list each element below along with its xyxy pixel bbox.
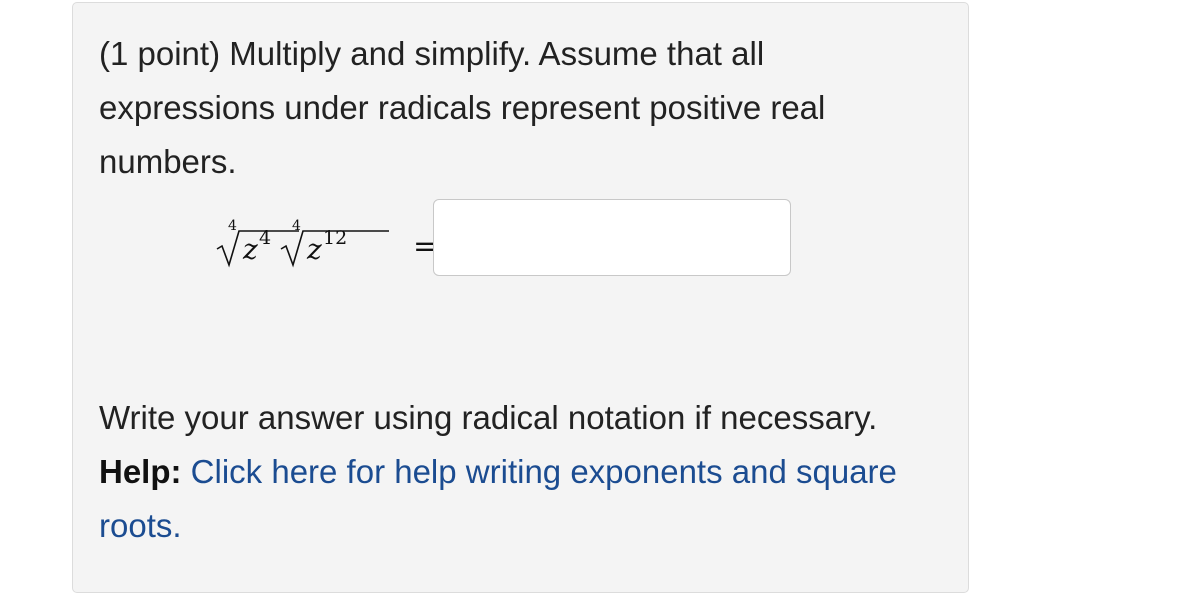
problem-content: (1 point) Multiply and simplify. Assume … [99,27,939,553]
radical-index: 4 [292,218,301,234]
radical-index: 4 [228,218,237,234]
radicand-exponent: 4 [259,227,272,249]
radicand-exponent: 12 [323,227,348,249]
problem-card: (1 point) Multiply and simplify. Assume … [72,2,969,593]
fourth-root-z12: 4 z 12 [279,219,391,269]
help-link[interactable]: Click here for help writing exponents an… [99,453,897,544]
answer-instructions: Write your answer using radical notation… [99,399,878,436]
radicand-base: z [307,233,322,266]
help-line: Help: Click here for help writing expone… [99,445,939,553]
problem-prompt: (1 point) Multiply and simplify. Assume … [99,35,826,180]
answer-input[interactable] [433,199,791,276]
radicand-base: z [243,233,258,266]
help-label: Help: [99,453,182,490]
